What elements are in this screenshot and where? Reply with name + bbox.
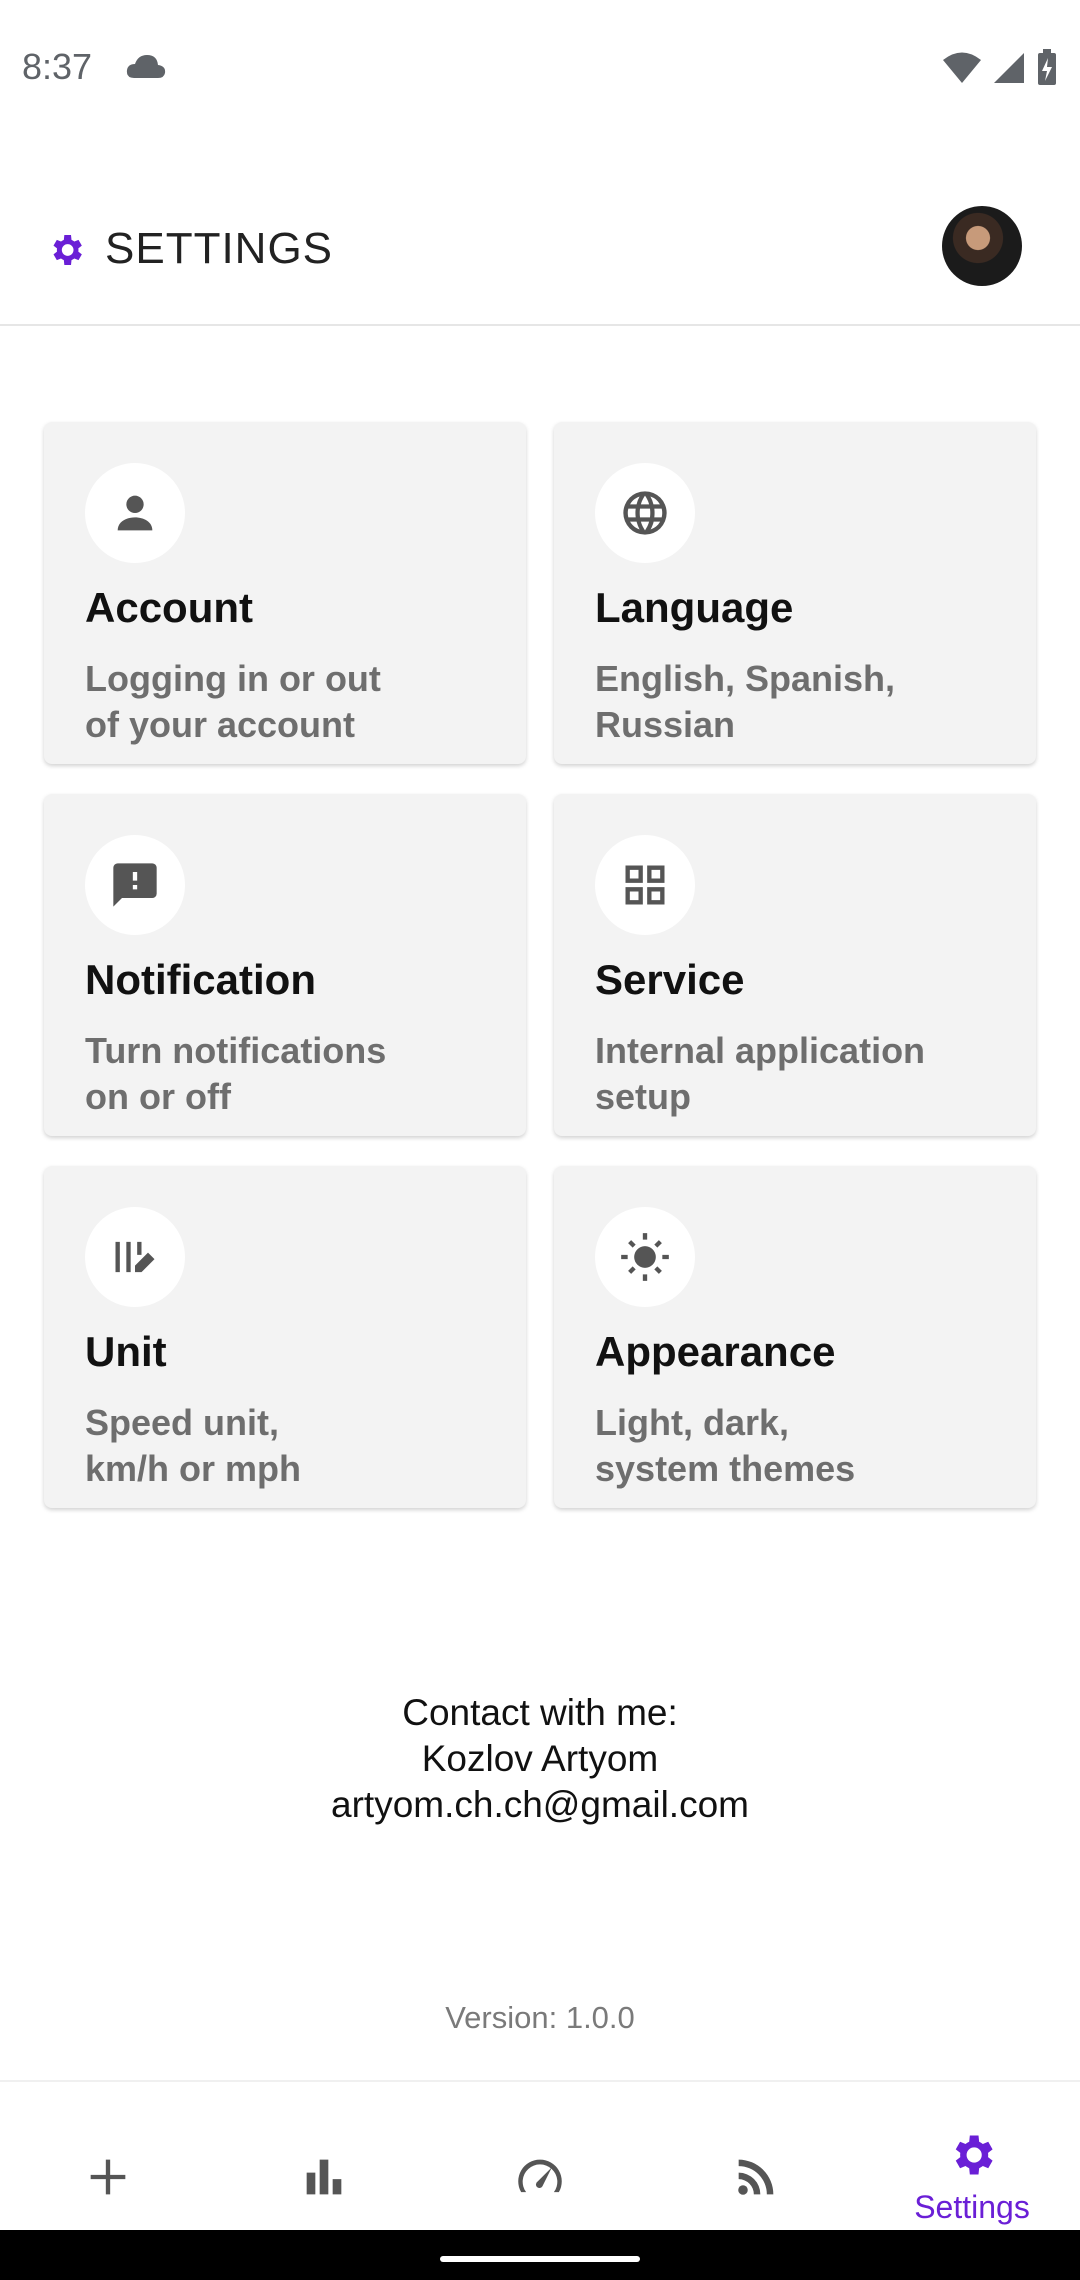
contact-heading: Contact with me:: [402, 1692, 678, 1733]
globe-icon: [595, 463, 695, 563]
person-icon: [85, 463, 185, 563]
contact-name: Kozlov Artyom: [421, 1738, 659, 1779]
gear-icon: [955, 2135, 993, 2174]
status-time: 8:37: [22, 46, 93, 87]
cloud-icon: [126, 55, 166, 78]
speedometer-icon: [518, 2159, 562, 2193]
bar-chart-icon: [306, 2159, 342, 2195]
card-title: Notification: [85, 956, 316, 1003]
settings-grid: Account Logging in or out of your accoun…: [44, 422, 1036, 1508]
contact-section: Contact with me: Kozlov Artyom artyom.ch…: [0, 1690, 1080, 1828]
appearance-card[interactable]: Appearance Light, dark, system themes: [554, 1166, 1036, 1508]
grid-icon: [595, 835, 695, 935]
unit-edit-icon: [85, 1207, 185, 1307]
unit-card[interactable]: Unit Speed unit, km/h or mph: [44, 1166, 526, 1508]
status-icons: [942, 48, 1058, 88]
battery-icon: [1038, 49, 1056, 85]
signal-icon: [994, 53, 1024, 83]
sun-icon: [595, 1207, 695, 1307]
alert-icon: [85, 835, 185, 935]
app-version: Version: 1.0.0: [445, 2000, 635, 2035]
account-card[interactable]: Account Logging in or out of your accoun…: [44, 422, 526, 764]
app-header: SETTINGS: [0, 190, 1080, 326]
page-title: SETTINGS: [105, 224, 334, 273]
nav-settings-label: Settings: [914, 2188, 1030, 2225]
plus-icon: [90, 2159, 126, 2195]
gear-icon: [53, 235, 82, 265]
card-title: Service: [595, 956, 745, 1003]
avatar[interactable]: [942, 206, 1022, 286]
service-card[interactable]: Service Internal application setup: [554, 794, 1036, 1136]
card-description: Internal application setup: [595, 1030, 926, 1117]
home-gesture-handle[interactable]: [440, 2256, 640, 2262]
status-bar: 8:37: [0, 0, 1080, 136]
card-description: Speed unit, km/h or mph: [85, 1402, 302, 1489]
card-title: Appearance: [595, 1328, 836, 1375]
card-description: Logging in or out of your account: [85, 658, 381, 745]
rss-icon: [738, 2159, 774, 2195]
system-navigation-bar: [0, 2230, 1080, 2280]
notification-card[interactable]: Notification Turn notifications on or of…: [44, 794, 526, 1136]
card-description: Light, dark, system themes: [595, 1402, 856, 1489]
card-title: Account: [85, 584, 253, 631]
card-title: Unit: [85, 1328, 167, 1375]
card-title: Language: [595, 584, 794, 631]
contact-email[interactable]: artyom.ch.ch@gmail.com: [0, 1782, 1080, 1828]
wifi-icon: [943, 52, 981, 83]
language-card[interactable]: Language English, Spanish, Russian: [554, 422, 1036, 764]
card-description: English, Spanish, Russian: [595, 658, 896, 745]
card-description: Turn notifications on or off: [85, 1030, 387, 1117]
